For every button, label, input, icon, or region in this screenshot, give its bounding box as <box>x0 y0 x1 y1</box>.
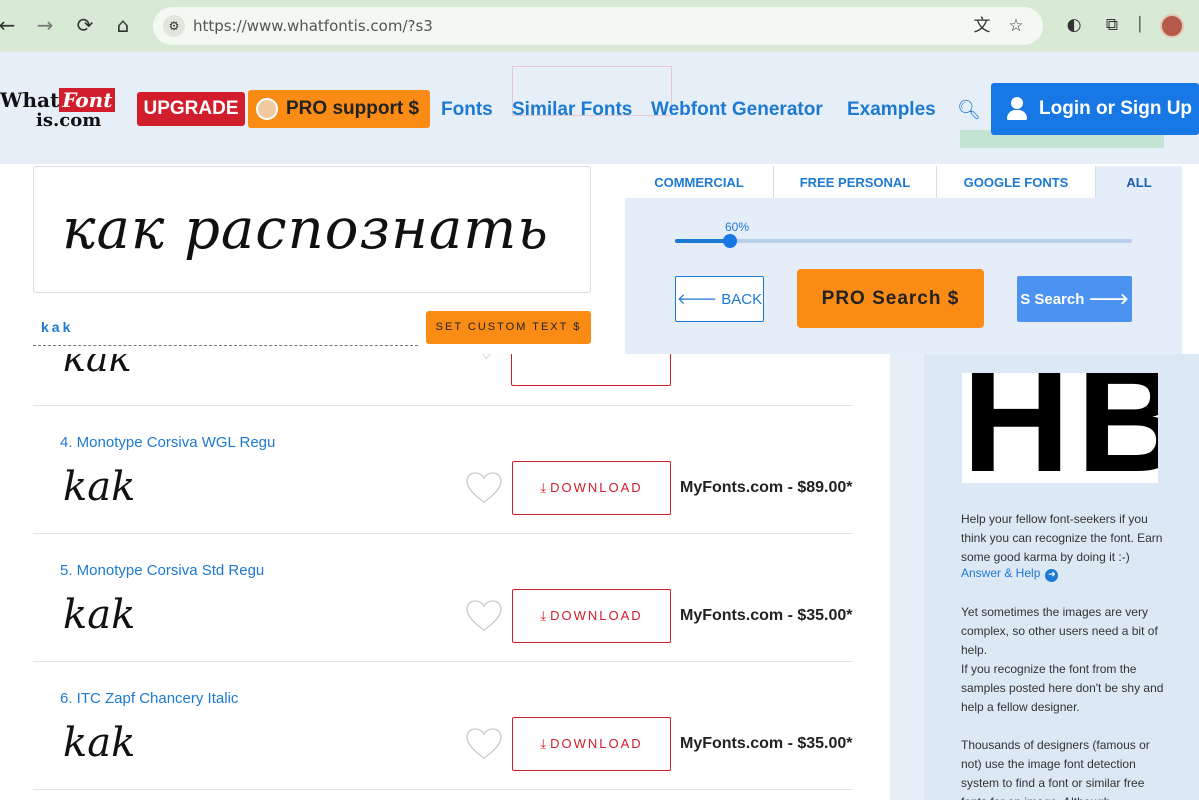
site-info-icon[interactable]: ⚙ <box>163 15 185 37</box>
result-row: 4. Monotype Corsiva WGL Regu kak ⤓ DOWNLO… <box>33 406 853 534</box>
site-logo[interactable]: What Font is.com <box>0 88 130 132</box>
bookmark-star-icon[interactable]: ☆ <box>1005 15 1027 37</box>
pro-support-label: PRO support $ <box>286 98 420 119</box>
arrow-right-icon: 🡒 <box>1088 290 1129 308</box>
download-button[interactable] <box>511 354 671 386</box>
logo-font: Font <box>59 88 116 112</box>
back-label: BACK <box>721 291 763 308</box>
font-preview: как распознать <box>33 166 591 293</box>
slider-thumb[interactable] <box>722 234 737 248</box>
nav-fonts[interactable]: Fonts <box>441 99 493 121</box>
forward-arrow-icon[interactable]: → <box>32 12 58 38</box>
result-row: 5. Monotype Corsiva Std Regu kak ⤓ DOWNLO… <box>33 534 853 662</box>
home-icon[interactable]: ⌂ <box>110 12 136 38</box>
address-bar[interactable]: ⚙ https://www.whatfontis.com/?s3 文 ☆ <box>153 7 1043 45</box>
preview-text: как распознать <box>62 197 549 262</box>
nav-webfont-generator[interactable]: Webfont Generator <box>651 99 823 121</box>
user-icon <box>1005 95 1029 121</box>
custom-text-field[interactable] <box>33 310 418 346</box>
price-text[interactable]: MyFonts.com - $89.00* <box>680 479 853 497</box>
font-title[interactable]: 5. Monotype Corsiva Std Regu <box>60 562 264 579</box>
similarity-value: 60% <box>725 220 750 234</box>
answer-help-link[interactable]: Answer & Help ➜ <box>961 566 1059 582</box>
font-sample: kak <box>63 464 136 510</box>
arrow-left-icon: 🡐 <box>676 290 718 308</box>
download-button[interactable]: ⤓ DOWNLOAD <box>512 717 671 771</box>
translate-icon[interactable]: 文 <box>971 15 993 37</box>
result-row: 6. ITC Zapf Chancery Italic kak ⤓ DOWNLOA… <box>33 662 853 790</box>
download-label: DOWNLOAD <box>550 480 643 495</box>
license-tabs: COMMERCIAL FREE PERSONAL GOOGLE FONTS AL… <box>625 166 1182 198</box>
help-paragraph: Help your fellow font-seekers if you thi… <box>961 512 1163 564</box>
nav-examples[interactable]: Examples <box>847 99 936 121</box>
font-title[interactable]: 6. ITC Zapf Chancery Italic <box>60 690 238 707</box>
login-label: Login or Sign Up <box>1039 98 1193 119</box>
s-search-button[interactable]: S Search 🡒 <box>1017 276 1132 322</box>
tab-google-fonts[interactable]: GOOGLE FONTS <box>937 166 1096 198</box>
download-label: DOWNLOAD <box>550 736 643 751</box>
tab-free-personal[interactable]: FREE PERSONAL <box>774 166 937 198</box>
slider-fill <box>675 239 730 243</box>
sample-image-text: HB <box>962 373 1158 483</box>
set-custom-text-button[interactable]: SET CUSTOM TEXT $ <box>426 311 591 344</box>
extension-planet-icon[interactable]: ◐ <box>1062 13 1086 37</box>
extensions-puzzle-icon[interactable]: ⧉ <box>1100 13 1124 37</box>
download-button[interactable]: ⤓ DOWNLOAD <box>512 589 671 643</box>
logo-domain: is.com <box>36 110 102 131</box>
heart-icon[interactable] <box>465 471 503 505</box>
browser-toolbar: ← → ⟳ ⌂ ⚙ https://www.whatfontis.com/?s3… <box>0 0 1199 52</box>
search-icon[interactable]: 🔍︎ <box>957 98 981 121</box>
heart-icon[interactable]: ♡ <box>473 354 507 367</box>
download-icon: ⤓ <box>540 737 549 752</box>
download-button[interactable]: ⤓ DOWNLOAD <box>512 461 671 515</box>
download-label: DOWNLOAD <box>550 608 643 623</box>
help-paragraph-2: Yet sometimes the images are very comple… <box>961 605 1158 657</box>
pro-search-button[interactable]: PRO Search $ <box>797 269 984 328</box>
price-text[interactable]: MyFonts.com - $35.00* <box>680 607 853 625</box>
profile-avatar[interactable] <box>1160 14 1184 38</box>
back-button[interactable]: 🡐 BACK <box>675 276 764 322</box>
heart-icon[interactable] <box>465 599 503 633</box>
answer-help-label: Answer & Help <box>961 566 1041 580</box>
site-header: What Font is.com UPGRADE PRO support $ Fo… <box>0 52 1199 164</box>
download-icon: ⤓ <box>540 481 549 496</box>
font-title[interactable]: 4. Monotype Corsiva WGL Regu <box>60 434 275 451</box>
filter-panel: COMMERCIAL FREE PERSONAL GOOGLE FONTS AL… <box>625 166 1182 354</box>
tab-strip-divider: │ <box>1135 17 1145 33</box>
reload-icon[interactable]: ⟳ <box>72 12 98 38</box>
font-sample: kak <box>63 720 136 766</box>
pro-support-button[interactable]: PRO support $ <box>248 90 430 128</box>
font-sample: kak <box>63 592 136 638</box>
font-sample: kak <box>63 354 132 380</box>
custom-text-input[interactable] <box>33 310 418 344</box>
s-search-label: S Search <box>1020 291 1085 308</box>
nav-similar-fonts[interactable]: Similar Fonts <box>512 99 632 121</box>
upgrade-button[interactable]: UPGRADE <box>137 92 245 126</box>
tab-all[interactable]: ALL <box>1096 166 1182 198</box>
url-text[interactable]: https://www.whatfontis.com/?s3 <box>193 17 433 35</box>
price-text[interactable]: MyFonts.com - $35.00* <box>680 735 853 753</box>
tab-commercial[interactable]: COMMERCIAL <box>625 166 774 198</box>
similarity-slider[interactable] <box>675 234 1132 248</box>
support-avatar-icon <box>256 98 278 120</box>
download-icon: ⤓ <box>540 609 549 624</box>
help-paragraph-4: Thousands of designers (famous or not) u… <box>961 738 1150 800</box>
login-signup-button[interactable]: Login or Sign Up <box>991 83 1199 135</box>
result-row-partial: kak ♡ <box>33 354 853 406</box>
back-arrow-icon[interactable]: ← <box>0 12 20 38</box>
logo-what: What <box>0 88 60 112</box>
user-sample-image[interactable]: HB <box>962 373 1158 483</box>
heart-icon[interactable] <box>465 727 503 761</box>
arrow-circle-icon: ➜ <box>1045 569 1059 582</box>
help-paragraph-3: If you recognize the font from the sampl… <box>961 662 1164 714</box>
